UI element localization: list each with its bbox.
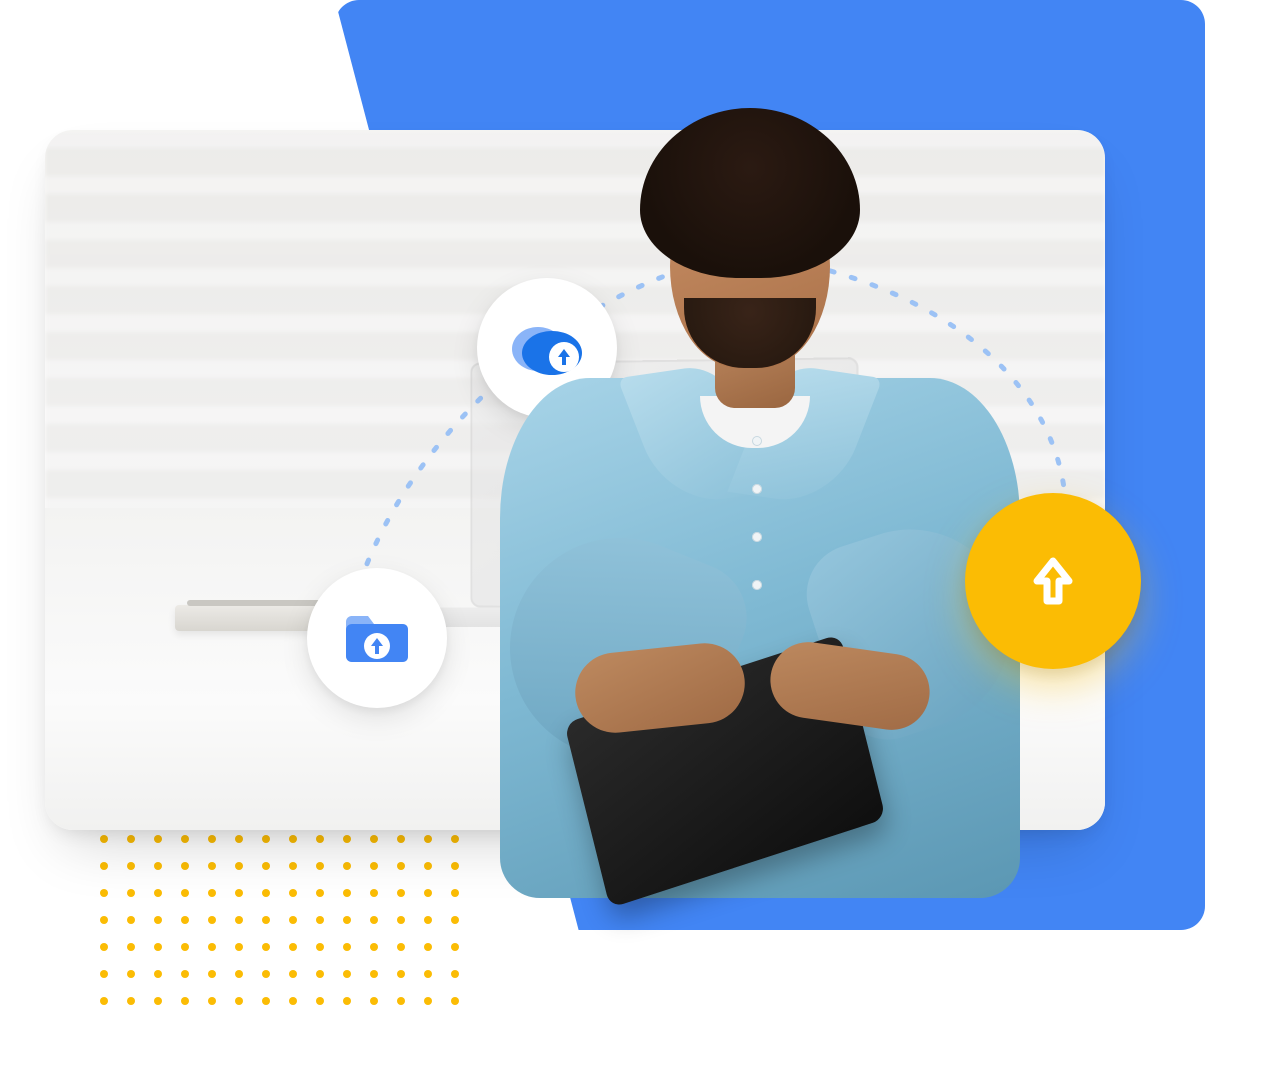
decorative-dot-grid — [100, 835, 459, 1005]
upload-fab[interactable] — [965, 493, 1141, 669]
hero-illustration — [0, 0, 1288, 1088]
folder-upload-badge — [307, 568, 447, 708]
laptop-base — [409, 607, 937, 627]
cloud-upload-badge — [477, 278, 617, 418]
folder-upload-icon — [340, 608, 414, 668]
cloud-upload-icon — [508, 319, 586, 377]
upload-arrow-icon — [1021, 549, 1085, 613]
photo-card — [45, 130, 1105, 830]
